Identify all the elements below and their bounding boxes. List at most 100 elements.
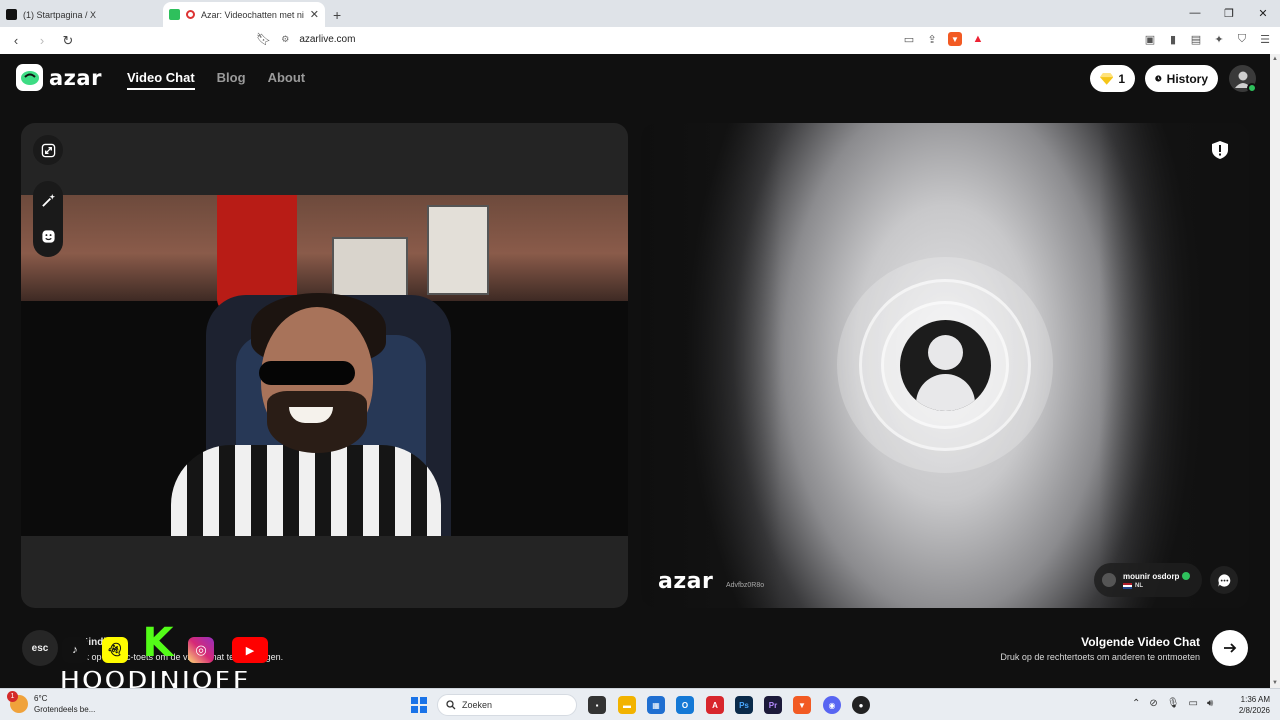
url-field[interactable]: 🔖︎ ⚙ azarlive.com: [256, 32, 355, 46]
effects-toolbar: [33, 181, 63, 257]
history-button[interactable]: History: [1145, 65, 1218, 92]
gems-button[interactable]: 1: [1090, 65, 1135, 92]
close-tab-icon[interactable]: ✕: [310, 8, 319, 21]
leo-ai-icon[interactable]: ✦: [1212, 32, 1226, 46]
brave-shields-icon[interactable]: ▼: [948, 32, 962, 46]
reader-icon[interactable]: ▣: [1143, 32, 1157, 46]
reload-icon[interactable]: ↻: [58, 33, 78, 49]
brave-rewards-icon[interactable]: ▲: [971, 32, 985, 46]
verified-badge-icon: [1182, 572, 1191, 580]
tray-overflow-icon[interactable]: ⌃: [1132, 698, 1140, 709]
azar-logo-icon: [16, 64, 43, 91]
nav-about[interactable]: About: [268, 70, 306, 90]
nav-video-chat[interactable]: Video Chat: [127, 70, 195, 90]
tab-x[interactable]: (1) Startpagina / X: [0, 2, 163, 27]
clock-date: 2/8/2026: [1238, 706, 1270, 715]
network-icon[interactable]: ⊘: [1149, 698, 1157, 709]
arrow-right-icon: [1224, 643, 1237, 653]
local-camera-feed: [21, 195, 628, 536]
partner-name: mounir osdorp: [1123, 571, 1180, 581]
gems-count: 1: [1118, 71, 1125, 86]
volume-icon[interactable]: 🔊︎: [1207, 698, 1213, 709]
esc-button[interactable]: esc: [22, 630, 58, 666]
task-view-icon[interactable]: ▪: [588, 696, 606, 714]
system-tray: ⌃ ⊘ 🎙︎ ▭ 🔊︎: [1132, 698, 1213, 709]
new-tab-button[interactable]: +: [333, 7, 341, 23]
store-icon[interactable]: ▦: [647, 696, 665, 714]
local-video-panel: [21, 123, 628, 608]
browser-toolbar-icons: ▭ ⇪ ▼ ▲ ▣ ▮ ▤ ✦ ⛉ ☰: [902, 32, 1272, 46]
temperature: 6°C: [34, 694, 48, 703]
tab-title: Azar: Videochatten met nieuw: [201, 9, 304, 20]
clock-icon: [1155, 75, 1162, 82]
azar-page: azar Video Chat Blog About 1 History aza…: [0, 54, 1270, 697]
youtube-icon: ▶: [232, 637, 268, 663]
brave-browser-icon[interactable]: ▼: [793, 696, 811, 714]
sidebar-icon[interactable]: ▮: [1166, 32, 1180, 46]
search-icon: [446, 700, 456, 710]
streamer-social-overlay: ♪ 👻︎ K ◎ ▶ HOODINIOFF: [58, 620, 278, 697]
back-icon[interactable]: ‹: [6, 33, 26, 48]
kick-logo-icon: K: [142, 620, 174, 666]
nav-blog[interactable]: Blog: [217, 70, 246, 90]
file-explorer-icon[interactable]: ▬: [618, 696, 636, 714]
wallet-icon[interactable]: ▤: [1189, 32, 1203, 46]
report-button[interactable]: [1209, 139, 1231, 161]
weather-icon: 1: [7, 691, 28, 713]
snapchat-icon: 👻︎: [102, 637, 128, 663]
toolbar-spacer: [994, 32, 1134, 46]
scroll-down-icon[interactable]: ▼: [1270, 680, 1280, 686]
partner-country: NL: [1135, 582, 1143, 589]
azar-favicon-icon: [169, 9, 180, 20]
display-icon[interactable]: ▭: [1188, 698, 1197, 709]
obs-icon[interactable]: ●: [852, 696, 870, 714]
expand-button[interactable]: [33, 135, 63, 165]
close-window-icon[interactable]: ✕: [1246, 0, 1280, 26]
discord-icon[interactable]: ◉: [823, 696, 841, 714]
weather-badge: 1: [7, 691, 18, 702]
forward-icon[interactable]: ›: [32, 33, 52, 48]
cast-icon[interactable]: ▭: [902, 32, 916, 46]
address-bar: ‹ › ↻ 🔖︎ ⚙ azarlive.com ▭ ⇪ ▼ ▲ ▣ ▮ ▤ ✦ …: [0, 27, 1280, 54]
scroll-up-icon[interactable]: ▲: [1270, 56, 1280, 62]
site-info-icon[interactable]: ⚙: [281, 34, 289, 45]
acrobat-icon[interactable]: A: [706, 696, 724, 714]
tiktok-icon: ♪: [62, 637, 88, 663]
premiere-icon[interactable]: Pr: [764, 696, 782, 714]
azar-wordmark: azar: [49, 65, 102, 90]
windows-taskbar: 1 6°C Grotendeels be... Zoeken ▪ ▬ ▦ O A…: [0, 688, 1280, 720]
bookmark-icon[interactable]: 🔖︎: [256, 32, 271, 46]
restore-icon[interactable]: ❐: [1212, 0, 1246, 26]
sticker-button[interactable]: [33, 221, 63, 251]
vpn-icon[interactable]: ⛉: [1235, 32, 1249, 46]
netherlands-flag-icon: [1123, 582, 1132, 589]
expand-icon: [41, 143, 55, 157]
outlook-icon[interactable]: O: [676, 696, 694, 714]
chat-button[interactable]: [1210, 566, 1238, 594]
magic-wand-icon: [41, 193, 55, 207]
photoshop-icon[interactable]: Ps: [735, 696, 753, 714]
remote-video-panel: azar Advfbz0R8o mounir osdorp NL: [641, 123, 1249, 608]
sticker-icon: [41, 229, 55, 243]
history-label: History: [1166, 71, 1208, 86]
clock-time: 1:36 AM: [1240, 695, 1270, 704]
url-text: azarlive.com: [299, 33, 356, 45]
microphone-icon[interactable]: 🎙︎: [1167, 698, 1180, 709]
taskbar-search[interactable]: Zoeken: [437, 694, 577, 716]
start-button[interactable]: [411, 697, 427, 713]
page-scrollbar[interactable]: ▲ ▼: [1270, 54, 1280, 688]
profile-avatar[interactable]: [1229, 65, 1257, 93]
azar-watermark: azar: [658, 569, 714, 594]
next-hint: Druk op de rechtertoets om anderen te on…: [1000, 652, 1200, 662]
online-status-dot: [1247, 83, 1257, 93]
next-chat-button[interactable]: [1212, 630, 1248, 666]
minimize-icon[interactable]: —: [1178, 0, 1212, 26]
weather-widget[interactable]: 1 6°C Grotendeels be...: [7, 691, 95, 715]
menu-icon[interactable]: ☰: [1258, 32, 1272, 46]
azar-logo[interactable]: azar: [16, 64, 102, 91]
partner-info[interactable]: mounir osdorp NL: [1094, 563, 1202, 597]
effects-button[interactable]: [33, 185, 63, 215]
clock[interactable]: 1:36 AM 2/8/2026: [1230, 694, 1270, 716]
tab-azar[interactable]: Azar: Videochatten met nieuw ✕: [163, 2, 325, 27]
share-icon[interactable]: ⇪: [925, 32, 939, 46]
